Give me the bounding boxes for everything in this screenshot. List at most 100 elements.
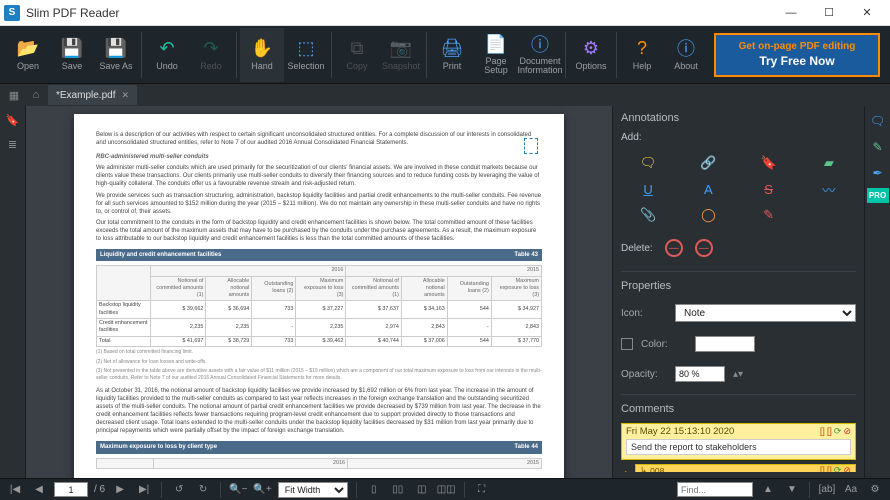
page-number-input[interactable] xyxy=(54,482,88,497)
comments-heading: Comments xyxy=(621,403,856,415)
rail-edit-icon[interactable]: ✎ xyxy=(867,136,889,158)
add-link-icon[interactable]: 🔗 xyxy=(683,153,733,173)
selection-icon: ⬚ xyxy=(296,38,316,58)
note-body[interactable]: Send the report to stakeholders xyxy=(626,439,851,455)
find-prev-button[interactable]: ▲ xyxy=(759,481,777,499)
thumbnails-panel-toggle[interactable]: ▦ xyxy=(4,85,24,105)
note-refresh-icon[interactable]: ⟳ xyxy=(834,426,842,437)
add-strikeout-icon[interactable]: S xyxy=(744,179,794,199)
rotate-cw-button[interactable]: ↻ xyxy=(194,481,212,499)
add-squiggly-icon[interactable]: 〰 xyxy=(804,179,854,199)
pro-badge[interactable]: PRO xyxy=(867,188,889,203)
reply-arrow-icon: ↳ xyxy=(640,465,647,472)
add-text-icon[interactable]: A xyxy=(683,179,733,199)
icon-label: Icon: xyxy=(621,308,667,319)
single-page-view-button[interactable]: ▯ xyxy=(365,481,383,499)
last-page-button[interactable]: ▶| xyxy=(135,481,153,499)
hand-tool-button[interactable]: ✋Hand xyxy=(240,28,284,82)
find-options-button[interactable]: ⚙ xyxy=(866,481,884,499)
titlebar: S Slim PDF Reader — ☐ ✕ xyxy=(0,0,890,26)
app-logo: S xyxy=(4,5,20,21)
options-button[interactable]: ⚙Options xyxy=(569,28,613,82)
comment-note[interactable]: Fri May 22 15:13:10 2020 [][]⟳⊘ Send the… xyxy=(621,423,856,460)
rail-sign-icon[interactable]: ✒ xyxy=(867,162,889,184)
document-viewport[interactable]: Below is a description of our activities… xyxy=(26,106,612,478)
opacity-input[interactable] xyxy=(675,366,725,382)
note-next-icon[interactable]: [] xyxy=(827,426,832,437)
rail-comment-icon[interactable]: 🗨 xyxy=(867,110,889,132)
window-minimize-button[interactable]: — xyxy=(772,0,810,26)
selection-tool-button[interactable]: ⬚Selection xyxy=(284,28,328,82)
color-swatch[interactable] xyxy=(695,336,755,352)
snapshot-button[interactable]: 📷Snapshot xyxy=(379,28,423,82)
find-input[interactable] xyxy=(677,482,753,497)
delete-label: Delete: xyxy=(621,243,653,254)
find-whole-word-button[interactable]: [ab] xyxy=(818,481,836,499)
open-button[interactable]: 📂Open xyxy=(6,28,50,82)
find-case-button[interactable]: Aa xyxy=(842,481,860,499)
next-page-button[interactable]: ▶ xyxy=(111,481,129,499)
delete-all-annotations-icon[interactable]: — xyxy=(695,239,713,257)
folder-open-icon: 📂 xyxy=(18,38,38,58)
about-button[interactable]: ⓘAbout xyxy=(664,28,708,82)
about-icon: ⓘ xyxy=(676,38,696,58)
save-icon: 💾 xyxy=(62,38,82,58)
rotate-ccw-button[interactable]: ↺ xyxy=(170,481,188,499)
zoom-out-button[interactable]: 🔍− xyxy=(229,481,247,499)
add-underline-icon[interactable]: U xyxy=(623,179,673,199)
redo-icon: ↷ xyxy=(201,38,221,58)
cta-line2: Try Free Now xyxy=(759,54,834,68)
note-delete-icon[interactable]: ⊘ xyxy=(843,426,851,437)
page-setup-icon: 📄 xyxy=(486,34,506,54)
color-checkbox[interactable] xyxy=(621,338,633,350)
comment-reply[interactable]: ↳008 [][]⟳⊘ Fri May 22 15:13:56 2020 Don… xyxy=(635,464,856,472)
two-page-view-button[interactable]: ◫ xyxy=(413,481,431,499)
add-highlight-icon[interactable]: ▰ xyxy=(804,153,854,173)
save-button[interactable]: 💾Save xyxy=(50,28,94,82)
add-watermark-icon[interactable]: ◯ xyxy=(683,205,733,225)
prev-page-button[interactable]: ◀ xyxy=(30,481,48,499)
help-button[interactable]: ?Help xyxy=(620,28,664,82)
table-43: 20162015 Notional of committed amounts (… xyxy=(96,265,542,347)
upgrade-cta[interactable]: Get on-page PDF editing Try Free Now xyxy=(714,33,880,77)
annotations-heading: Annotations xyxy=(621,112,856,124)
undo-button[interactable]: ↶Undo xyxy=(145,28,189,82)
redo-button[interactable]: ↷Redo xyxy=(189,28,233,82)
copy-button[interactable]: ⧉Copy xyxy=(335,28,379,82)
layers-rail-icon[interactable]: ≣ xyxy=(4,136,22,152)
find-next-button[interactable]: ▼ xyxy=(783,481,801,499)
bookmarks-rail-icon[interactable]: 🔖 xyxy=(4,112,22,128)
add-sticky-note-icon[interactable]: 🗨 xyxy=(623,153,673,173)
note-annotation-marker[interactable] xyxy=(524,138,538,154)
properties-heading: Properties xyxy=(621,280,856,292)
note-prev-icon[interactable]: [] xyxy=(820,426,825,437)
page-setup-button[interactable]: 📄Page Setup xyxy=(474,28,518,82)
icon-select[interactable]: Note xyxy=(675,304,856,322)
window-close-button[interactable]: ✕ xyxy=(848,0,886,26)
add-attachment-icon[interactable]: 📎 xyxy=(623,205,673,225)
zoom-in-button[interactable]: 🔍+ xyxy=(253,481,271,499)
add-stamp-icon[interactable]: 🔖 xyxy=(744,153,794,173)
opacity-stepper-icon[interactable]: ▴▾ xyxy=(733,369,743,380)
page-total-label: / 6 xyxy=(94,484,105,495)
first-page-button[interactable]: |◀ xyxy=(6,481,24,499)
zoom-mode-select[interactable]: Fit Width xyxy=(278,482,348,498)
continuous-view-button[interactable]: ▯▯ xyxy=(389,481,407,499)
help-icon: ? xyxy=(632,38,652,58)
print-button[interactable]: 🖨Print xyxy=(430,28,474,82)
camera-icon: 📷 xyxy=(391,38,411,58)
document-info-button[interactable]: ⓘDocument Information xyxy=(518,28,562,82)
two-page-continuous-button[interactable]: ◫◫ xyxy=(437,481,456,499)
tab-bar: ▦ ⌂ *Example.pdf ✕ xyxy=(0,84,890,106)
fullscreen-button[interactable]: ⛶ xyxy=(473,481,491,499)
window-maximize-button[interactable]: ☐ xyxy=(810,0,848,26)
document-tab[interactable]: *Example.pdf ✕ xyxy=(48,85,137,105)
home-tab-button[interactable]: ⌂ xyxy=(26,85,46,105)
annotations-panel: Annotations Add: 🗨 🔗 🔖 ▰ U A S 〰 📎 ◯ ✎ D… xyxy=(612,106,890,478)
tab-close-icon[interactable]: ✕ xyxy=(121,90,129,101)
save-as-button[interactable]: 💾Save As xyxy=(94,28,138,82)
gear-icon: ⚙ xyxy=(581,38,601,58)
hand-icon: ✋ xyxy=(252,38,272,58)
add-signature-icon[interactable]: ✎ xyxy=(744,205,794,225)
delete-annotation-icon[interactable]: — xyxy=(665,239,683,257)
